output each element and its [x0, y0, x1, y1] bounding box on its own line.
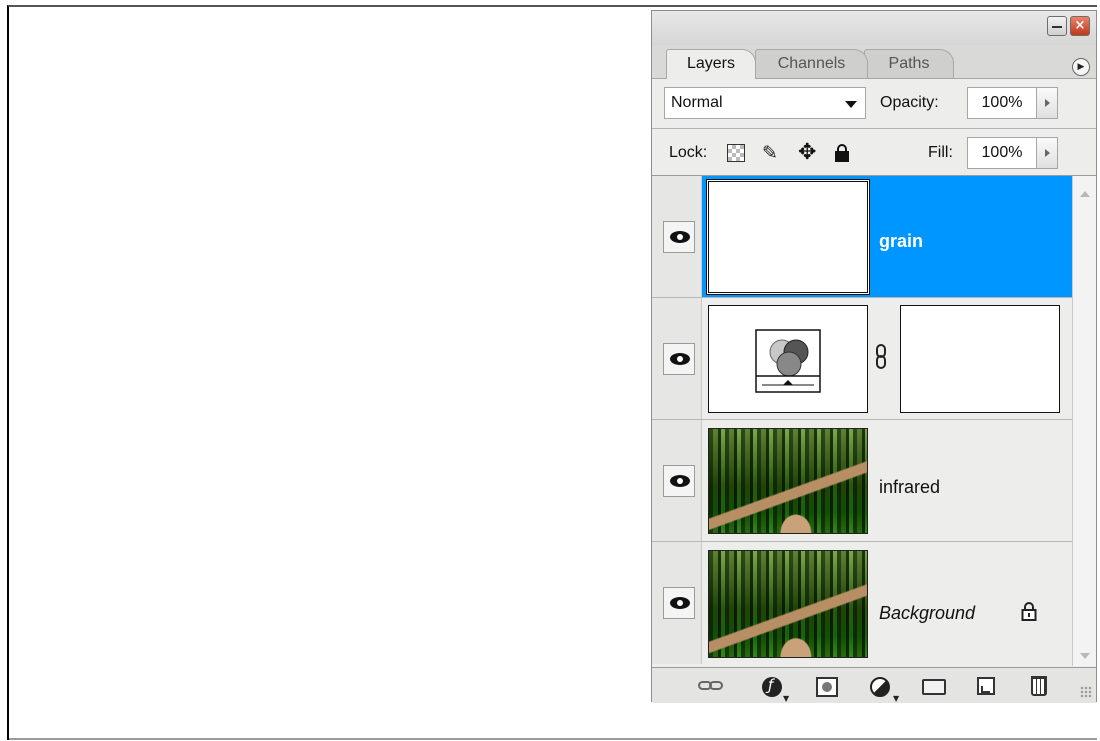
visibility-toggle[interactable] [663, 343, 695, 375]
add-mask-icon[interactable] [816, 677, 838, 697]
layer-list: grain infrared Background [652, 176, 1072, 666]
lock-all-icon[interactable] [833, 144, 851, 162]
tab-channels[interactable]: Channels [755, 49, 868, 78]
opacity-label: Opacity: [880, 94, 939, 111]
lock-pixels-brush-icon[interactable]: ✎ [762, 144, 780, 163]
blend-mode-select[interactable]: Normal [664, 87, 866, 119]
chain-link-icon[interactable] [874, 343, 888, 371]
visibility-column [652, 176, 702, 297]
eye-icon [670, 353, 690, 365]
trash-icon[interactable] [1031, 676, 1047, 696]
adjustment-layer-icon[interactable] [870, 677, 890, 697]
visibility-column [652, 542, 702, 664]
eye-icon [670, 597, 690, 609]
panel-tabbar: Layers Channels Paths ▶ [652, 45, 1096, 79]
opacity-slider-button[interactable] [1036, 87, 1058, 119]
layer-row-grain[interactable]: grain [652, 176, 1072, 298]
layer-thumbnail[interactable] [706, 179, 870, 295]
eye-icon [670, 231, 690, 243]
layer-row-infrared[interactable]: infrared [652, 420, 1072, 542]
new-layer-icon[interactable] [977, 677, 995, 695]
opacity-input[interactable]: 100% [967, 87, 1037, 119]
lock-position-move-icon[interactable]: ✥ [798, 142, 816, 164]
dropdown-arrow-icon: ▼ [783, 694, 790, 703]
visibility-column [652, 298, 702, 419]
channel-mixer-icon [755, 329, 821, 393]
fill-label: Fill: [928, 144, 953, 161]
tab-paths[interactable]: Paths [864, 49, 954, 78]
minimize-button[interactable] [1047, 16, 1067, 36]
lock-body [835, 151, 849, 162]
blend-mode-value: Normal [671, 94, 723, 111]
adjustment-thumbnail[interactable] [708, 305, 868, 413]
panel-titlebar[interactable]: × [652, 11, 1096, 45]
visibility-column [652, 420, 702, 541]
lock-label: Lock: [669, 144, 708, 161]
layer-name[interactable]: Background [879, 603, 975, 624]
layer-name[interactable]: grain [879, 231, 923, 252]
link-layers-icon[interactable] [698, 677, 726, 695]
layers-scrollbar[interactable] [1072, 176, 1096, 666]
forest-photo-thumbnail[interactable] [708, 428, 868, 534]
dropdown-arrow-icon: ▼ [893, 694, 900, 703]
layers-toolbar: ▼ ▼ [652, 667, 1096, 703]
scroll-up-icon[interactable] [1080, 191, 1090, 197]
visibility-toggle[interactable] [663, 465, 695, 497]
resize-grip-icon[interactable] [1080, 686, 1092, 698]
layer-style-fx-icon[interactable] [762, 676, 782, 697]
divider [652, 128, 1096, 129]
layer-lock-icon [1021, 601, 1037, 621]
layer-name[interactable]: infrared [879, 477, 940, 498]
layer-row-background[interactable]: Background [652, 542, 1072, 664]
lock-transparency-icon[interactable] [727, 144, 745, 162]
chevron-down-icon [845, 101, 857, 108]
eye-icon [670, 475, 690, 487]
layer-mask-thumbnail[interactable] [900, 305, 1060, 413]
scroll-down-icon[interactable] [1080, 653, 1090, 659]
panel-menu-button[interactable]: ▶ [1072, 58, 1090, 76]
layers-panel: × Layers Channels Paths ▶ Normal Opacity… [651, 10, 1097, 703]
layer-row-adjustment[interactable] [652, 298, 1072, 420]
fill-input[interactable]: 100% [967, 137, 1037, 169]
tab-layers[interactable]: Layers [666, 49, 756, 79]
visibility-toggle[interactable] [663, 221, 695, 253]
fill-slider-button[interactable] [1036, 137, 1058, 169]
folder-group-icon[interactable] [922, 679, 946, 695]
forest-photo-thumbnail[interactable] [708, 550, 868, 658]
canvas-bottom-edge [9, 738, 1097, 740]
close-button[interactable]: × [1070, 16, 1090, 36]
visibility-toggle[interactable] [663, 587, 695, 619]
